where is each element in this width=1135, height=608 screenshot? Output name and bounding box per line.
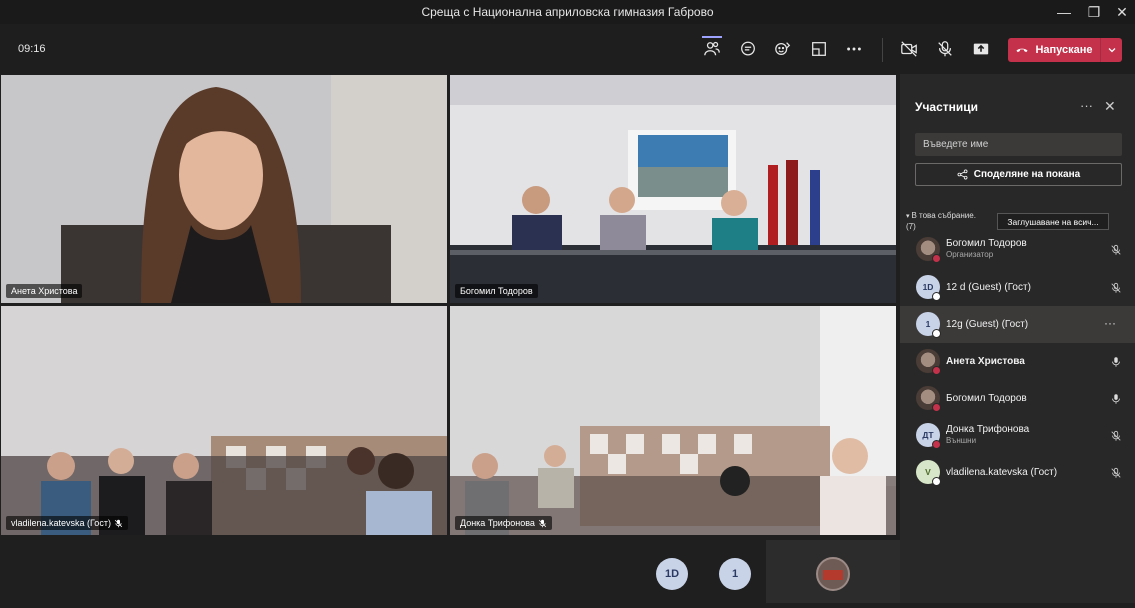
mic-off-icon[interactable] xyxy=(1110,281,1124,295)
search-input[interactable] xyxy=(915,133,1122,156)
camera-off-icon[interactable] xyxy=(898,38,920,60)
mic-off-icon[interactable] xyxy=(1110,243,1124,257)
video-name-tag: Донка Трифонова xyxy=(455,516,552,530)
avatar[interactable]: 1D xyxy=(656,558,688,590)
mic-off-icon[interactable] xyxy=(934,38,956,60)
participant-name: 12 d (Guest) (Гост) xyxy=(946,282,1031,293)
more-icon[interactable]: ··· xyxy=(1104,316,1116,330)
participant-name: Богомил Тодоров xyxy=(460,286,533,296)
share-invite-label: Споделяне на покана xyxy=(973,169,1081,180)
leave-options-button[interactable] xyxy=(1101,38,1122,62)
participant-row[interactable]: Богомил Тодоров xyxy=(900,380,1135,417)
presence-icon xyxy=(932,477,941,486)
title-bar: Среща с Национална априловска гимназия Г… xyxy=(0,0,1135,24)
video-tile[interactable]: Анета Христова xyxy=(1,75,447,303)
participant-row[interactable]: ДТ Донка Трифонова Външни xyxy=(900,417,1135,454)
toolbar-divider xyxy=(882,38,883,62)
section-header[interactable]: ▾ В това събрание. (7) xyxy=(906,211,996,232)
participant-name: Анета Христова xyxy=(946,356,1025,367)
presence-icon xyxy=(932,254,941,263)
meeting-timer: 09:16 xyxy=(18,43,46,55)
presence-icon xyxy=(932,366,941,375)
presence-icon xyxy=(932,440,941,449)
share-icon xyxy=(957,169,968,180)
section-label: В това събрание. xyxy=(911,211,976,220)
minimize-button[interactable]: — xyxy=(1050,2,1078,22)
avatar xyxy=(816,557,850,591)
participant-role: Организатор xyxy=(946,250,994,259)
close-icon[interactable]: ✕ xyxy=(1104,98,1116,115)
window-title: Среща с Национална априловска гимназия Г… xyxy=(421,5,714,19)
participant-row[interactable]: Богомил Тодоров Организатор xyxy=(900,231,1135,268)
video-feed xyxy=(1,75,447,303)
share-invite-button[interactable]: Споделяне на покана xyxy=(915,163,1122,186)
video-feed xyxy=(450,306,896,535)
panel-title: Участници xyxy=(915,100,979,114)
video-name-tag: vladilena.katevska (Гост) xyxy=(6,516,128,530)
participant-row[interactable]: 1D 12 d (Guest) (Гост) xyxy=(900,269,1135,306)
avatar[interactable]: 1 xyxy=(719,558,751,590)
mic-off-icon xyxy=(114,519,123,527)
video-tile[interactable]: vladilena.katevska (Гост) xyxy=(1,306,447,535)
chevron-down-icon xyxy=(1108,48,1115,53)
video-tile[interactable]: Донка Трифонова xyxy=(450,306,896,535)
chat-icon[interactable] xyxy=(737,38,759,60)
people-icon[interactable] xyxy=(701,38,723,60)
phone-hangup-icon xyxy=(1016,48,1029,53)
mic-off-icon[interactable] xyxy=(1110,466,1124,480)
participant-role: Външни xyxy=(946,436,977,445)
participant-row[interactable]: Анета Христова xyxy=(900,343,1135,380)
participant-name: Донка Трифонова xyxy=(460,518,535,528)
participant-name: 12g (Guest) (Гост) xyxy=(946,319,1029,330)
mic-off-icon xyxy=(538,519,547,527)
video-tile[interactable]: Богомил Тодоров xyxy=(450,75,896,303)
room-icon[interactable] xyxy=(808,38,830,60)
mic-icon[interactable] xyxy=(1110,392,1124,406)
video-feed xyxy=(1,306,447,535)
share-tray-icon[interactable] xyxy=(970,38,992,60)
video-name-tag: Анета Христова xyxy=(6,284,83,298)
more-icon[interactable] xyxy=(843,38,865,60)
close-window-button[interactable]: ✕ xyxy=(1108,2,1135,22)
video-feed xyxy=(450,75,896,303)
leave-button-main[interactable]: Напускане xyxy=(1008,38,1100,62)
self-view[interactable] xyxy=(766,540,900,603)
presence-icon xyxy=(932,292,941,301)
mic-off-icon[interactable] xyxy=(1110,429,1124,443)
meeting-toolbar: 09:16 xyxy=(0,24,1135,74)
participants-panel: Участници ··· ✕ Споделяне на покана ▾ В … xyxy=(900,74,1135,603)
presence-icon xyxy=(932,403,941,412)
leave-button[interactable]: Напускане xyxy=(1008,38,1122,62)
presence-icon xyxy=(932,329,941,338)
participant-row[interactable]: Vvladilena.katevska (Гост) xyxy=(900,454,1135,491)
leave-label: Напускане xyxy=(1035,44,1093,56)
participant-name: vladilena.katevska (Гост) xyxy=(946,467,1058,478)
mute-all-button[interactable]: Заглушаване на всич... xyxy=(997,213,1109,230)
people-active-indicator xyxy=(702,36,722,38)
maximize-button[interactable]: ❐ xyxy=(1080,2,1108,22)
reactions-icon[interactable] xyxy=(772,38,794,60)
participant-name: Анета Христова xyxy=(11,286,78,296)
more-icon[interactable]: ··· xyxy=(1080,98,1093,113)
participant-name: Донка Трифонова xyxy=(946,424,1030,435)
mic-icon[interactable] xyxy=(1110,355,1124,369)
video-name-tag: Богомил Тодоров xyxy=(455,284,538,298)
participant-name: Богомил Тодоров xyxy=(946,238,1027,249)
participant-row[interactable]: 1 12g (Guest) (Гост) ··· xyxy=(900,306,1135,343)
participant-name: Богомил Тодоров xyxy=(946,393,1027,404)
section-count: (7) xyxy=(906,222,916,231)
participant-name: vladilena.katevska (Гост) xyxy=(11,518,111,528)
